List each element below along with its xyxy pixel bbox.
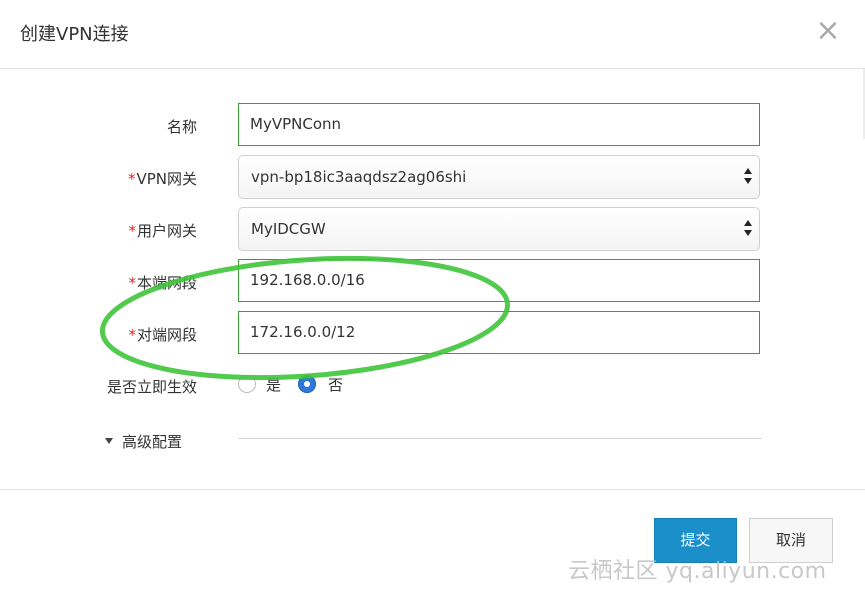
required-mark: * (128, 326, 136, 344)
divider (238, 438, 762, 439)
effective-now-label: 是否立即生效 (106, 378, 197, 396)
dialog-title: 创建VPN连接 (20, 24, 129, 45)
name-input[interactable]: MyVPNConn (238, 103, 760, 146)
select-arrows-icon (743, 219, 753, 239)
local-cidr-input[interactable]: 192.168.0.0/16 (238, 259, 760, 302)
vpn-gateway-label: *VPN网关 (127, 170, 197, 188)
required-mark: * (128, 222, 136, 240)
required-mark: * (128, 274, 136, 292)
name-label: 名称 (166, 118, 197, 136)
caret-down-icon (105, 437, 113, 444)
local-cidr-label: *本端网段 (128, 274, 197, 292)
user-gateway-select[interactable]: MyIDCGW (238, 207, 760, 251)
dialog-header: 创建VPN连接 × (0, 0, 865, 69)
radio-no[interactable] (298, 375, 316, 393)
vpn-gateway-select[interactable]: vpn-bp18ic3aaqdsz2ag06shi (238, 155, 760, 199)
close-icon[interactable]: × (815, 16, 841, 46)
remote-cidr-label: *对端网段 (128, 326, 197, 344)
footer-divider (0, 489, 865, 490)
radio-no-label: 否 (328, 376, 344, 394)
radio-yes[interactable] (238, 375, 256, 393)
watermark: 云栖社区 yq.aliyun.com (568, 559, 827, 584)
required-mark: * (127, 170, 136, 188)
create-vpn-connection-dialog: 创建VPN连接 × 名称 MyVPNConn *VPN网关 vpn-bp18ic… (0, 0, 865, 592)
radio-yes-label: 是 (266, 376, 282, 394)
remote-cidr-input[interactable]: 172.16.0.0/12 (238, 311, 760, 354)
vpn-gateway-value: vpn-bp18ic3aaqdsz2ag06shi (251, 168, 467, 186)
user-gateway-label: *用户网关 (128, 222, 197, 240)
select-arrows-icon (743, 167, 753, 187)
advanced-settings-toggle[interactable]: 高级配置 (105, 431, 182, 452)
advanced-settings-label: 高级配置 (122, 433, 183, 451)
user-gateway-value: MyIDCGW (251, 220, 326, 238)
